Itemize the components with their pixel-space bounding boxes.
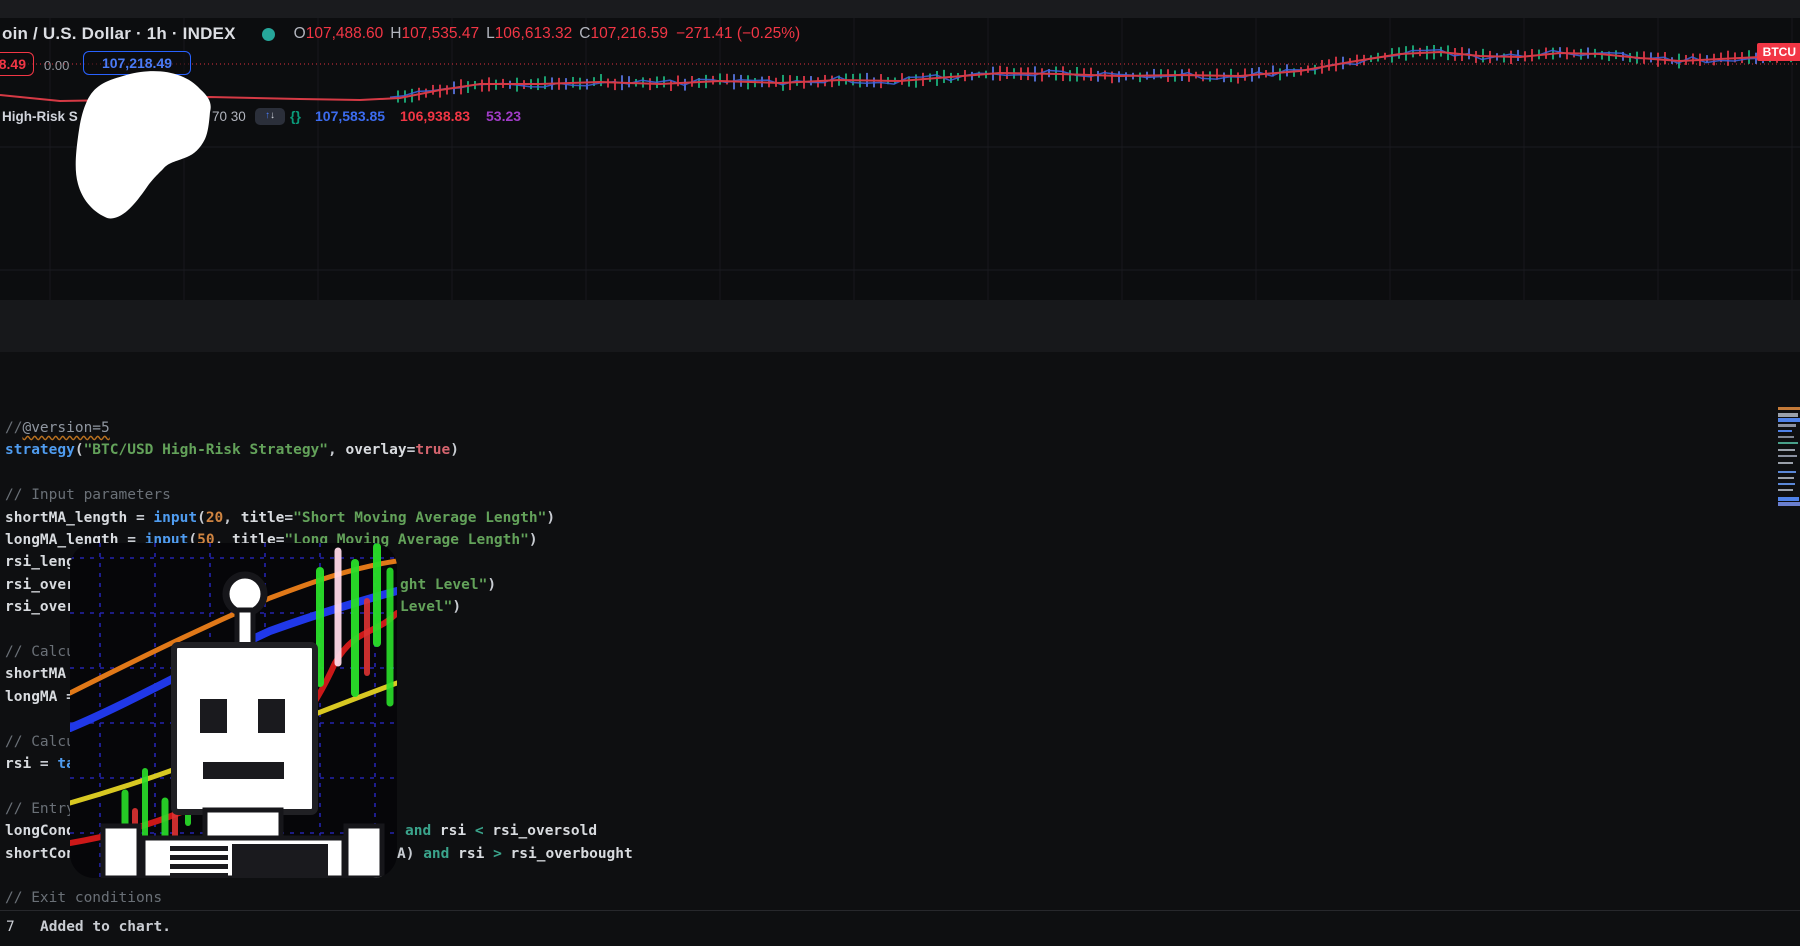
tradingview-window: { "chart_header": { "symbol_title": "oin…: [0, 0, 1800, 945]
minimap-line: [1778, 424, 1796, 427]
ohlc-change-value: −271.41 (−0.25%): [676, 25, 800, 43]
code-line: strategy("BTC/USD High-Risk Strategy", o…: [0, 439, 1800, 461]
ohlc-low-label: L: [486, 25, 495, 43]
ohlc-high-label: H: [390, 25, 401, 43]
white-blob-overlay: [70, 64, 215, 222]
minimap-line: [1778, 442, 1798, 444]
minimap-line: [1778, 471, 1796, 473]
strategy-orders-icon[interactable]: ↑↓: [255, 108, 285, 125]
code-line: shortMA_length = input(20, title="Short …: [0, 507, 1800, 529]
top-toolbar-strip: [0, 0, 1800, 19]
editor-console-row: 7 Added to chart.: [0, 910, 1800, 946]
strategy-value-red: 106,938.83: [400, 108, 470, 124]
minimap-line: [1778, 489, 1793, 491]
symbol-header-row: oin / U.S. Dollar · 1h · INDEX O107,488.…: [2, 24, 800, 44]
ohlc-values: O107,488.60 H107,535.47 L106,613.32 C107…: [287, 25, 801, 43]
price-label-red: 107,218.49: [0, 52, 34, 76]
source-code-icon[interactable]: {}: [290, 108, 301, 124]
ohlc-open-label: O: [294, 25, 306, 43]
code-line: [0, 462, 1800, 484]
strategy-value-purple: 53.23: [486, 108, 521, 124]
market-status-dot: [262, 28, 275, 41]
ohlc-low-value: 106,613.32: [495, 25, 573, 43]
price-scale-symbol-badge: BTCU: [1757, 43, 1800, 61]
minimap-line: [1778, 462, 1793, 464]
minimap-line: [1778, 436, 1794, 438]
minimap-line: [1778, 483, 1795, 485]
console-line-number: 7: [6, 919, 15, 935]
minimap-line: [1778, 413, 1798, 417]
minimap-line: [1778, 449, 1795, 451]
minimap-line: [1778, 477, 1794, 479]
minimap-line: [1778, 497, 1799, 501]
chart-pane[interactable]: oin / U.S. Dollar · 1h · INDEX O107,488.…: [0, 18, 1800, 300]
minimap-line: [1778, 418, 1800, 422]
zero-value-label: 0.00: [44, 58, 69, 73]
robot-watermark-image: [70, 543, 397, 878]
ohlc-close-value: 107,216.59: [590, 25, 668, 43]
strategy-legend-title[interactable]: High-Risk S: [2, 109, 78, 124]
strategy-value-blue: 107,583.85: [315, 108, 385, 124]
ohlc-open-value: 107,488.60: [306, 25, 384, 43]
ohlc-close-label: C: [579, 25, 590, 43]
symbol-title[interactable]: oin / U.S. Dollar · 1h · INDEX: [2, 24, 236, 44]
console-message: Added to chart.: [40, 919, 171, 935]
ohlc-high-value: 107,535.47: [401, 25, 479, 43]
code-line: // Exit conditions: [0, 887, 1800, 909]
bottom-panel-tab-bar: itor Strategy Tester Replay Trading Trad…: [0, 300, 1800, 353]
minimap-line: [1778, 407, 1800, 410]
code-line: //@version=5: [0, 417, 1800, 439]
code-line: // Input parameters: [0, 484, 1800, 506]
editor-minimap[interactable]: [1778, 405, 1800, 515]
strategy-legend-args: 70 30: [212, 109, 246, 124]
minimap-line: [1778, 455, 1797, 457]
price-chart: [0, 18, 1800, 300]
minimap-line: [1778, 430, 1792, 432]
script-header-bar: ussian Channel + Stoch RSI Strat... Upda…: [0, 352, 1800, 406]
minimap-line: [1778, 502, 1800, 506]
